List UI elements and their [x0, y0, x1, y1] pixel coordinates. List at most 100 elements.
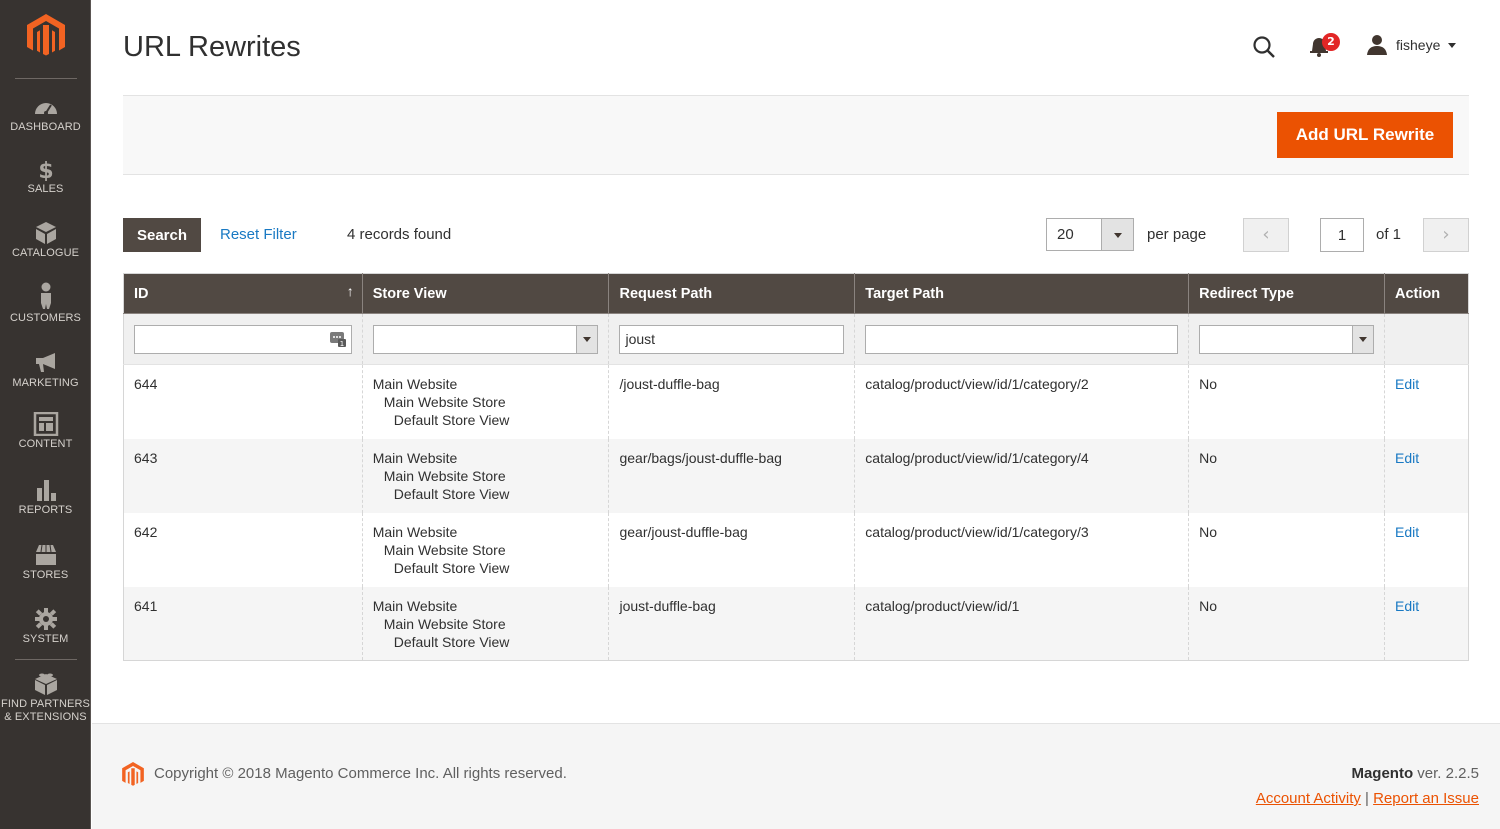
sidebar-item-dashboard[interactable]: DASHBOARD — [0, 95, 91, 134]
cell-request-path: gear/bags/joust-duffle-bag — [608, 438, 856, 513]
page-title: URL Rewrites — [123, 31, 301, 63]
lego-brick-icon — [34, 673, 57, 695]
table-row[interactable]: 641 Main Website Main Website Store Defaul… — [123, 586, 1469, 661]
sidebar-item-customers[interactable]: CUSTOMERS — [0, 282, 91, 325]
sidebar-item-label: STORES — [22, 569, 69, 581]
edit-link[interactable]: Edit — [1395, 376, 1419, 392]
previous-page-button[interactable]: ‹ — [1243, 218, 1289, 252]
column-header-redirect-type[interactable]: Redirect Type — [1188, 273, 1385, 314]
sidebar-item-label: & EXTENSIONS — [4, 711, 87, 723]
sidebar-item-marketing[interactable]: MARKETING — [0, 351, 91, 390]
username: fisheye — [1396, 37, 1441, 53]
dropdown-toggle[interactable] — [1351, 325, 1373, 353]
id-filter-input[interactable]: 1 — [134, 324, 352, 354]
edit-link[interactable]: Edit — [1395, 524, 1419, 540]
user-icon — [1367, 35, 1387, 55]
sidebar-item-label: CONTENT — [18, 438, 73, 450]
sidebar-item-label: FIND PARTNERS — [1, 698, 90, 710]
link-separator: | — [1360, 790, 1374, 807]
column-header-id[interactable]: ID ↑ — [123, 273, 363, 314]
store-view: Default Store View — [393, 633, 510, 650]
storefront-icon — [35, 544, 56, 565]
dropdown-toggle[interactable] — [576, 325, 598, 353]
chevron-down-icon — [1113, 232, 1122, 238]
sidebar-item-label: MARKETING — [12, 377, 79, 389]
bar-chart-icon — [36, 480, 56, 501]
store-view: Default Store View — [393, 485, 510, 502]
user-menu[interactable]: fisheye — [1366, 33, 1457, 57]
sidebar-item-reports[interactable]: REPORTS — [0, 478, 91, 517]
store-website: Main Website — [372, 523, 458, 540]
account-activity-link[interactable]: Account Activity — [1256, 790, 1361, 807]
chevron-down-icon — [583, 337, 592, 342]
column-label: ID — [134, 285, 149, 302]
svg-text:1: 1 — [339, 340, 343, 347]
sidebar-item-sales[interactable]: $ SALES — [0, 157, 91, 196]
sidebar-item-catalogue[interactable]: CATALOGUE — [0, 221, 91, 260]
redirect-type-filter-select[interactable] — [1199, 324, 1374, 354]
cell-target-path: catalog/product/view/id/1/category/3 — [854, 512, 1190, 587]
page-number-input[interactable] — [1320, 218, 1364, 252]
cell-id: 642 — [123, 512, 363, 587]
store-view-filter-select[interactable] — [372, 324, 599, 354]
cell-target-path: catalog/product/view/id/1/category/2 — [854, 364, 1190, 439]
cell-request-path: joust-duffle-bag — [608, 586, 856, 661]
chevron-down-icon — [1358, 337, 1367, 342]
per-page-select[interactable]: 20 — [1046, 218, 1134, 251]
cell-redirect-type: No — [1188, 438, 1385, 513]
action-filter-cell — [1384, 313, 1469, 365]
sidebar-item-system[interactable]: SYSTEM — [0, 607, 91, 646]
dashboard-icon — [34, 103, 57, 115]
dropdown-toggle[interactable] — [1101, 219, 1133, 250]
store-group: Main Website Store — [383, 467, 506, 484]
add-url-rewrite-button[interactable]: Add URL Rewrite — [1277, 112, 1453, 158]
table-row[interactable]: 643 Main Website Main Website Store Defaul… — [123, 438, 1469, 513]
edit-link[interactable]: Edit — [1395, 598, 1419, 614]
search-icon[interactable] — [1252, 35, 1276, 59]
report-issue-link[interactable]: Report an Issue — [1373, 790, 1479, 807]
cell-action: Edit — [1384, 438, 1469, 513]
edit-link[interactable]: Edit — [1395, 450, 1419, 466]
admin-sidebar: DASHBOARD $ SALES CATALOGUE CUSTOMERS MA… — [0, 0, 91, 829]
search-button[interactable]: Search — [123, 218, 201, 252]
version-text: Magento ver. 2.2.5 — [1351, 765, 1479, 782]
store-website: Main Website — [372, 597, 458, 614]
next-page-button[interactable]: › — [1423, 218, 1469, 252]
sidebar-divider — [15, 659, 77, 660]
column-header-target-path[interactable]: Target Path — [854, 273, 1190, 314]
person-icon — [40, 282, 51, 309]
cell-target-path: catalog/product/view/id/1 — [854, 586, 1190, 661]
filter-row: 1 joust — [123, 313, 1469, 365]
cell-action: Edit — [1384, 513, 1468, 587]
sidebar-item-label: DASHBOARD — [10, 121, 81, 133]
copyright-text: Copyright © 2018 Magento Commerce Inc. A… — [154, 765, 567, 782]
request-path-filter-input[interactable]: joust — [619, 324, 845, 354]
table-row[interactable]: 642 Main Website Main Website Store Defaul… — [123, 512, 1469, 587]
store-website: Main Website — [372, 449, 458, 466]
cell-id: 643 — [123, 438, 363, 513]
column-header-store-view[interactable]: Store View — [362, 273, 610, 314]
notification-badge[interactable]: 2 — [1322, 33, 1340, 51]
box-icon — [35, 222, 56, 244]
sidebar-item-label: REPORTS — [18, 504, 73, 516]
sidebar-item-content[interactable]: CONTENT — [0, 412, 91, 451]
page-actions-bar: Add URL Rewrite — [123, 95, 1469, 175]
reset-filter-link[interactable]: Reset Filter — [220, 226, 297, 243]
target-path-filter-input[interactable] — [865, 324, 1179, 354]
column-header-action: Action — [1384, 273, 1469, 314]
cell-request-path: /joust-duffle-bag — [608, 364, 856, 439]
page-total: of 1 — [1376, 226, 1402, 243]
gear-icon — [34, 608, 57, 630]
column-header-request-path[interactable]: Request Path — [608, 273, 856, 314]
store-group: Main Website Store — [383, 541, 506, 558]
page-footer: Copyright © 2018 Magento Commerce Inc. A… — [92, 723, 1500, 829]
brand-name: Magento — [1351, 765, 1414, 782]
magento-logo[interactable] — [27, 14, 65, 56]
store-view: Default Store View — [393, 412, 510, 428]
range-filter-icon[interactable]: 1 — [329, 331, 346, 347]
sidebar-item-stores[interactable]: STORES — [0, 543, 91, 582]
megaphone-icon — [35, 353, 55, 372]
table-row[interactable]: 644 Main Website Main Website Store Defaul… — [123, 364, 1469, 439]
version-number: ver. 2.2.5 — [1413, 765, 1479, 782]
sidebar-item-find-partners[interactable]: FIND PARTNERS & EXTENSIONS — [0, 670, 91, 724]
